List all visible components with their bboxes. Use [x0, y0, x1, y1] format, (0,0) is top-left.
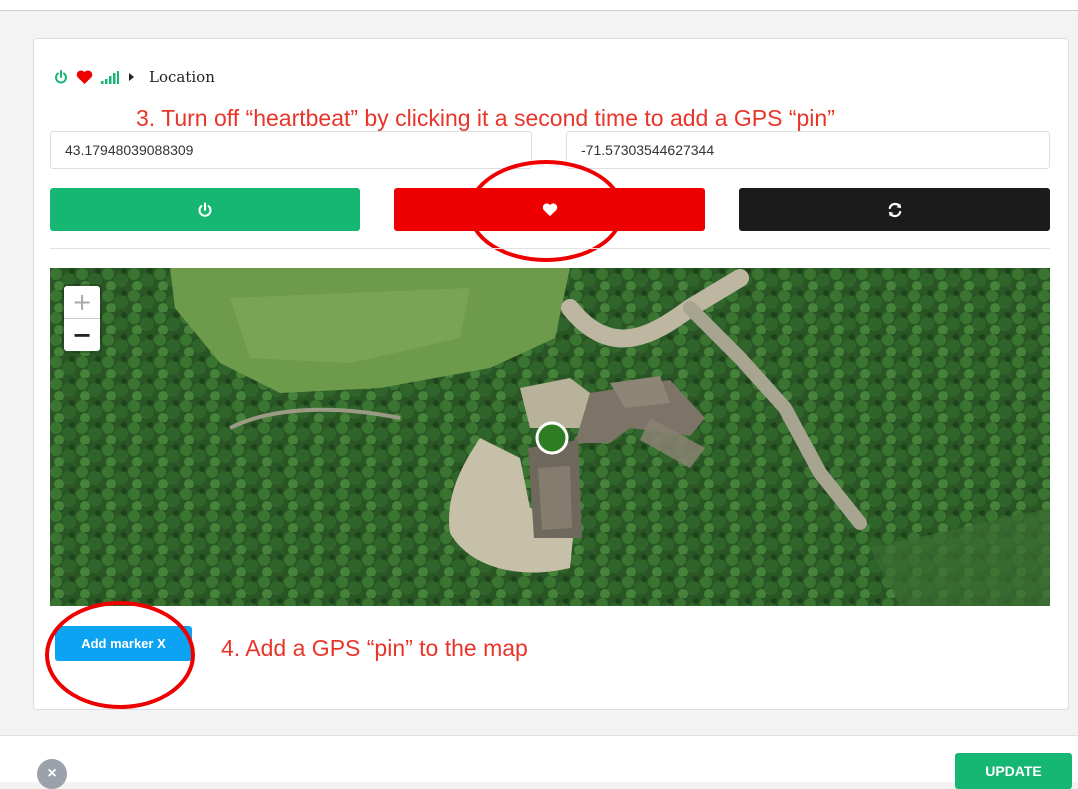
update-button[interactable]: UPDATE: [955, 753, 1072, 789]
page-title: Location: [149, 68, 215, 86]
longitude-field[interactable]: -71.57303544627344: [566, 131, 1050, 169]
zoom-control: + −: [64, 286, 100, 351]
refresh-button[interactable]: [739, 188, 1050, 231]
location-dot-icon[interactable]: [534, 420, 570, 456]
annotation-step-3: 3. Turn off “heartbeat” by clicking it a…: [136, 105, 835, 131]
signal-icon: [101, 70, 119, 84]
annotation-step-4: 4. Add a GPS “pin” to the map: [221, 635, 528, 661]
location-card: Location 3. Turn off “heartbeat” by clic…: [33, 38, 1069, 710]
heart-icon: [542, 202, 558, 217]
breadcrumb: Location: [54, 67, 215, 87]
section-divider: [50, 248, 1050, 249]
zoom-out-button[interactable]: −: [64, 319, 100, 351]
power-button[interactable]: [50, 188, 360, 231]
heartbeat-button[interactable]: [394, 188, 705, 231]
top-divider: [0, 0, 1078, 11]
refresh-icon: [886, 201, 904, 219]
power-icon: [54, 70, 68, 84]
caret-right-icon: [127, 72, 135, 82]
zoom-in-button[interactable]: +: [64, 286, 100, 319]
add-marker-button[interactable]: Add marker X: [55, 626, 192, 661]
power-icon: [197, 202, 213, 218]
satellite-map[interactable]: + −: [50, 268, 1050, 606]
latitude-field[interactable]: 43.17948039088309: [50, 131, 532, 169]
footer-bar: × UPDATE: [0, 735, 1078, 789]
heart-icon: [76, 69, 93, 85]
close-button[interactable]: ×: [37, 759, 67, 789]
